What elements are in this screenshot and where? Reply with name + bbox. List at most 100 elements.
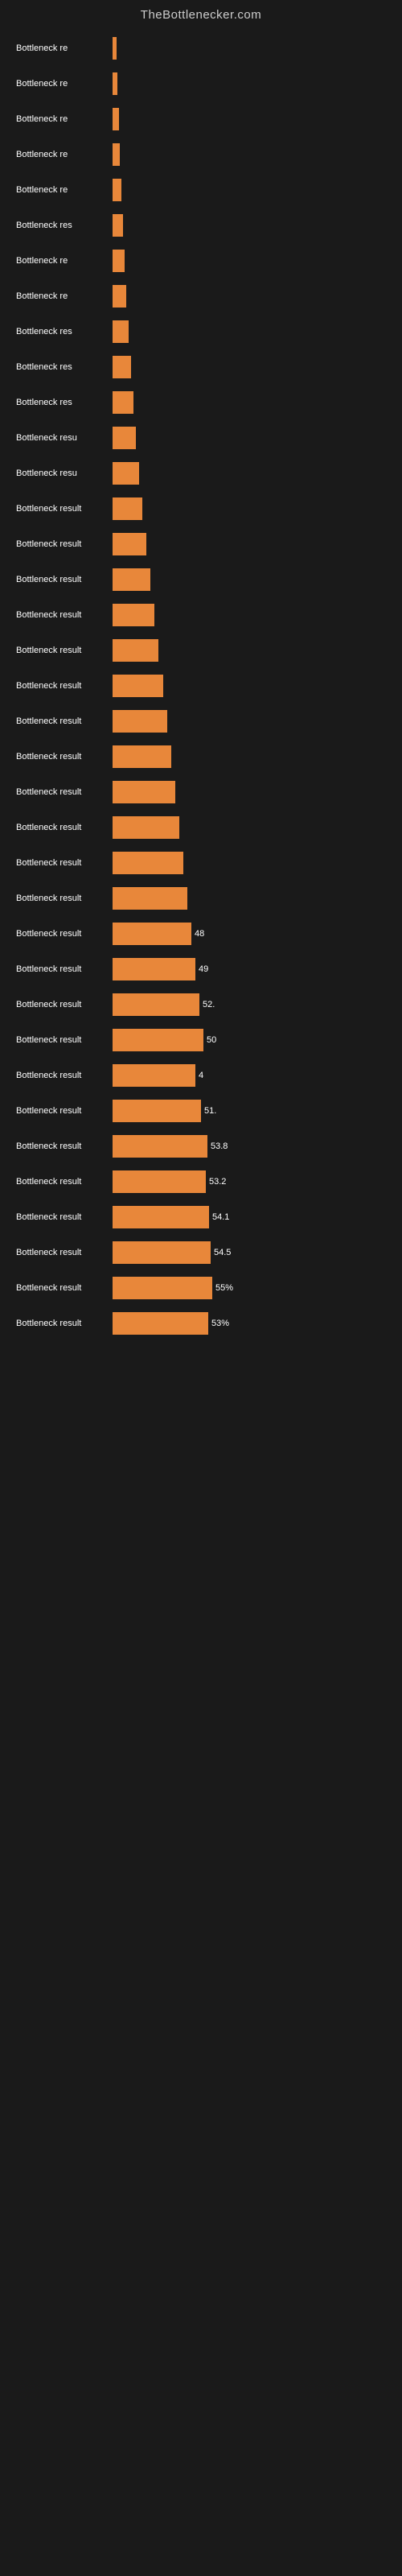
bar-row: Bottleneck re — [16, 246, 386, 275]
bar-label: Bottleneck result — [16, 894, 113, 903]
bar-wrapper: 53.2 — [113, 1170, 386, 1193]
bar-fill — [113, 427, 136, 449]
bar-value: 54.5 — [214, 1248, 231, 1257]
bar-row: Bottleneck res — [16, 388, 386, 417]
bar-row: Bottleneck result — [16, 671, 386, 700]
bar-wrapper: 53% — [113, 1312, 386, 1335]
bar-wrapper — [113, 639, 386, 662]
bar-wrapper: 4 — [113, 1064, 386, 1087]
bar-fill — [113, 179, 121, 201]
bar-row: Bottleneck re — [16, 282, 386, 311]
bar-row: Bottleneck result — [16, 884, 386, 913]
bar-wrapper: 55% — [113, 1277, 386, 1299]
bar-wrapper — [113, 710, 386, 733]
bar-label: Bottleneck result — [16, 1212, 113, 1222]
bar-value: 53.8 — [211, 1141, 228, 1151]
bar-fill — [113, 852, 183, 874]
bar-label: Bottleneck result — [16, 929, 113, 939]
bar-row: Bottleneck result — [16, 636, 386, 665]
bar-fill — [113, 497, 142, 520]
bar-row: Bottleneck result — [16, 742, 386, 771]
bar-wrapper: 49 — [113, 958, 386, 980]
bar-wrapper — [113, 427, 386, 449]
bar-fill — [113, 320, 129, 343]
bar-row: Bottleneck result — [16, 565, 386, 594]
bar-wrapper: 53.8 — [113, 1135, 386, 1158]
bar-fill — [113, 285, 126, 308]
bar-label: Bottleneck result — [16, 1000, 113, 1009]
bar-label: Bottleneck result — [16, 1283, 113, 1293]
bar-fill — [113, 37, 117, 60]
bar-label: Bottleneck result — [16, 681, 113, 691]
bar-label: Bottleneck re — [16, 114, 113, 124]
bar-value: 53.2 — [209, 1177, 226, 1187]
bar-row: Bottleneck result53.2 — [16, 1167, 386, 1196]
bar-label: Bottleneck re — [16, 150, 113, 159]
bar-row: Bottleneck result 54.1 — [16, 1203, 386, 1232]
bar-row: Bottleneck result 50 — [16, 1026, 386, 1055]
bar-value: 48 — [195, 929, 204, 939]
bar-fill — [113, 675, 163, 697]
bar-fill — [113, 568, 150, 591]
bar-wrapper — [113, 214, 386, 237]
bar-wrapper — [113, 72, 386, 95]
bar-wrapper — [113, 816, 386, 839]
bar-row: Bottleneck result 54.5 — [16, 1238, 386, 1267]
bar-label: Bottleneck result — [16, 1248, 113, 1257]
bar-row: Bottleneck re — [16, 140, 386, 169]
bar-row: Bottleneck res — [16, 211, 386, 240]
bar-wrapper — [113, 179, 386, 201]
bar-fill — [113, 533, 146, 555]
bar-row: Bottleneck result — [16, 530, 386, 559]
bar-row: Bottleneck result — [16, 601, 386, 630]
bar-wrapper — [113, 391, 386, 414]
bar-wrapper — [113, 320, 386, 343]
bar-wrapper: 48 — [113, 923, 386, 945]
bar-wrapper — [113, 250, 386, 272]
bar-wrapper — [113, 887, 386, 910]
bar-wrapper — [113, 462, 386, 485]
bar-label: Bottleneck result — [16, 1106, 113, 1116]
bar-row: Bottleneck re — [16, 175, 386, 204]
bar-fill — [113, 745, 171, 768]
bar-row: Bottleneck result 48 — [16, 919, 386, 948]
bar-value: 54.1 — [212, 1212, 229, 1222]
bar-fill — [113, 1135, 207, 1158]
bar-wrapper: 54.1 — [113, 1206, 386, 1228]
bar-wrapper: 50 — [113, 1029, 386, 1051]
bar-fill — [113, 1100, 201, 1122]
bar-label: Bottleneck res — [16, 362, 113, 372]
bar-wrapper — [113, 852, 386, 874]
site-title: TheBottlenecker.com — [141, 8, 261, 22]
bar-label: Bottleneck result — [16, 575, 113, 584]
page-header: TheBottlenecker.com — [0, 0, 402, 26]
bar-value: 55% — [215, 1283, 233, 1293]
bar-fill — [113, 993, 199, 1016]
bar-label: Bottleneck result — [16, 964, 113, 974]
bar-label: Bottleneck result — [16, 1071, 113, 1080]
bar-label: Bottleneck result — [16, 504, 113, 514]
bar-row: Bottleneck result — [16, 778, 386, 807]
bar-row: Bottleneck resu — [16, 459, 386, 488]
bar-label: Bottleneck res — [16, 221, 113, 230]
bar-value: 50 — [207, 1035, 216, 1045]
bar-value: 52. — [203, 1000, 215, 1009]
bar-fill — [113, 108, 119, 130]
chart-container: Bottleneck re Bottleneck re Bottleneck re B… — [0, 26, 402, 1352]
bar-fill — [113, 250, 125, 272]
bar-fill — [113, 1064, 195, 1087]
bar-label: Bottleneck result — [16, 646, 113, 655]
bar-row: Bottleneck result53% — [16, 1309, 386, 1338]
bar-row: Bottleneck result 52. — [16, 990, 386, 1019]
bar-label: Bottleneck re — [16, 43, 113, 53]
bar-label: Bottleneck result — [16, 1035, 113, 1045]
bar-fill — [113, 1029, 203, 1051]
bar-label: Bottleneck result — [16, 1141, 113, 1151]
bar-label: Bottleneck resu — [16, 469, 113, 478]
bar-wrapper: 52. — [113, 993, 386, 1016]
bar-label: Bottleneck result — [16, 1319, 113, 1328]
bar-fill — [113, 1277, 212, 1299]
bar-row: Bottleneck resu — [16, 423, 386, 452]
bar-value: 49 — [199, 964, 208, 974]
bar-wrapper — [113, 781, 386, 803]
